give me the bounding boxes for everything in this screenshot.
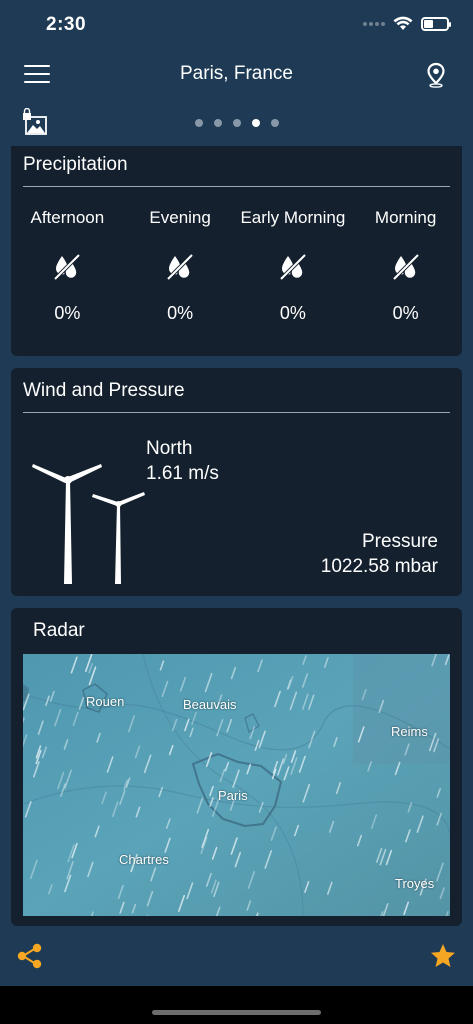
wind-turbine-icon (32, 464, 145, 584)
location-title: Paris, France (180, 63, 293, 84)
period-value: 0% (392, 303, 419, 323)
divider (23, 186, 450, 187)
period-label: Morning (374, 208, 437, 227)
no-rain-icon (278, 253, 307, 281)
no-rain-icon (53, 253, 82, 281)
page-dot[interactable] (270, 119, 279, 127)
period-label: Afternoon (30, 208, 105, 227)
wind-speed: 1.61 m/s (146, 463, 219, 484)
pressure-label: Pressure (361, 531, 438, 552)
share-icon[interactable] (16, 942, 44, 970)
divider (23, 412, 450, 413)
period-value: 0% (167, 303, 194, 323)
radar-title: Radar (33, 620, 85, 641)
sub-header (0, 100, 473, 146)
pressure-value: 1022.58 mbar (320, 556, 438, 577)
home-indicator[interactable] (152, 1010, 321, 1015)
precipitation-period: Evening 0% (124, 208, 237, 324)
cellular-signal-icon (363, 21, 385, 26)
wind-pressure-card: Wind and Pressure North 1.61 m/s Pressur… (11, 368, 462, 596)
period-label: Evening (149, 208, 211, 227)
map-label-paris: Paris (218, 788, 248, 803)
status-bar: 2:30 (0, 0, 473, 52)
wifi-icon (393, 16, 413, 30)
page-dot[interactable] (194, 119, 203, 127)
wind-pressure-title: Wind and Pressure (23, 380, 185, 401)
period-label: Early Morning (240, 208, 346, 227)
map-label-beauvais: Beauvais (183, 697, 237, 712)
period-value: 0% (54, 303, 81, 323)
precipitation-periods: Afternoon 0% Evening 0% Early Morning 0%… (11, 208, 462, 324)
favorite-star-icon[interactable] (429, 942, 457, 970)
map-label-troyes: Troyes (395, 876, 435, 891)
status-icons (363, 16, 451, 31)
location-pin-icon[interactable] (425, 62, 447, 88)
precipitation-period: Afternoon 0% (11, 208, 124, 324)
map-label-chartres: Chartres (119, 852, 169, 867)
no-rain-icon (166, 253, 195, 281)
page-dot[interactable] (213, 119, 222, 127)
app-header: Paris, France (0, 52, 473, 98)
map-label-reims: Reims (391, 724, 428, 739)
page-dot-active[interactable] (251, 119, 260, 127)
radar-map[interactable]: Rouen Beauvais Reims Paris Chartres Troy… (23, 654, 450, 916)
precipitation-period: Morning 0% (349, 208, 462, 324)
status-time: 2:30 (46, 14, 87, 35)
bottom-toolbar (0, 930, 473, 986)
radar-card: Radar Rouen Beauvais Reims Paris Chartre… (11, 608, 462, 926)
page-dot[interactable] (232, 119, 241, 127)
precipitation-card: Precipitation Afternoon 0% Evening 0% Ea… (11, 146, 462, 356)
no-rain-icon (391, 253, 420, 281)
page-indicator[interactable] (0, 119, 473, 127)
wind-direction: North (146, 438, 193, 459)
period-value: 0% (279, 303, 306, 323)
map-label-rouen: Rouen (86, 694, 125, 709)
precipitation-period: Early Morning 0% (237, 208, 350, 324)
home-indicator-area (0, 986, 473, 1024)
precipitation-title: Precipitation (23, 154, 128, 175)
battery-icon (421, 16, 451, 31)
